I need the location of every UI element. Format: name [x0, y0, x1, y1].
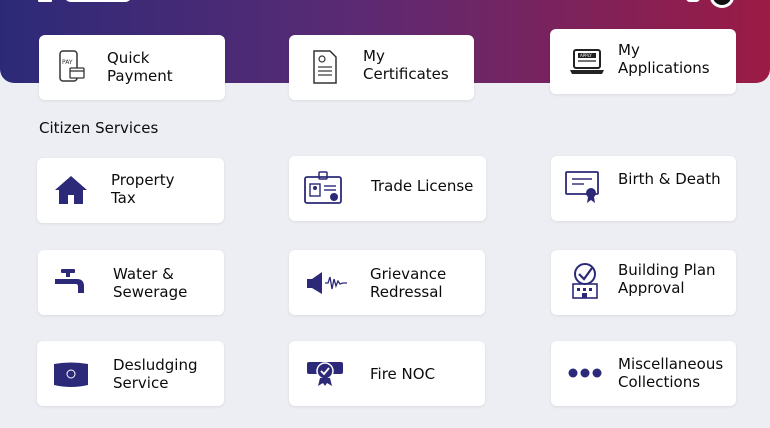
service-label: Desludging Service [113, 356, 198, 392]
id-card-icon [304, 171, 342, 204]
home-icon [55, 176, 87, 204]
service-fire-noc[interactable]: Fire NOC [289, 341, 485, 406]
tap-icon [55, 269, 84, 293]
service-property-tax[interactable]: Property Tax [37, 158, 224, 223]
service-label: Water & Sewerage [113, 265, 188, 301]
quick-payment-card[interactable]: PAY Quick Payment [39, 35, 225, 100]
building-check-icon [572, 263, 598, 299]
certificate-ribbon-icon [565, 171, 599, 203]
my-certificates-card[interactable]: My Certificates [289, 35, 474, 100]
tank-icon [54, 362, 88, 387]
service-label: Birth & Death [618, 170, 721, 188]
service-water-sewerage[interactable]: Water & Sewerage [38, 250, 224, 315]
logo [64, 0, 132, 2]
service-grievance-redressal[interactable]: Grievance Redressal [289, 250, 485, 315]
my-certificates-label: My Certificates [363, 47, 449, 83]
service-birth-death[interactable]: Birth & Death [551, 156, 736, 221]
service-desludging[interactable]: Desludging Service [37, 341, 224, 406]
service-label: Building Plan Approval [618, 261, 716, 297]
fire-noc-icon [307, 362, 343, 386]
quick-payment-label: Quick Payment [107, 49, 173, 85]
more-dots-icon [568, 368, 602, 378]
svg-text:APPLY: APPLY [580, 53, 592, 58]
pay-icon: PAY [59, 50, 85, 82]
service-label: Fire NOC [370, 365, 436, 383]
avatar[interactable] [710, 0, 734, 8]
megaphone-icon [307, 272, 347, 294]
service-label: Miscellaneous Collections [618, 355, 724, 391]
laptop-apply-icon: APPLY [570, 49, 604, 74]
notification-icon[interactable] [686, 0, 700, 2]
my-applications-label: My Applications [618, 41, 710, 77]
service-label: Trade License [371, 177, 474, 195]
service-building-plan-approval[interactable]: Building Plan Approval [551, 250, 736, 315]
certificate-icon [313, 50, 337, 84]
service-trade-license[interactable]: Trade License [289, 156, 486, 221]
service-label: Property Tax [111, 171, 175, 207]
section-title: Citizen Services [39, 119, 159, 137]
service-label: Grievance Redressal [370, 265, 447, 301]
my-applications-card[interactable]: APPLY My Applications [550, 29, 736, 94]
svg-text:PAY: PAY [62, 59, 73, 66]
service-miscellaneous-collections[interactable]: Miscellaneous Collections [551, 341, 736, 406]
menu-icon[interactable] [38, 0, 52, 2]
